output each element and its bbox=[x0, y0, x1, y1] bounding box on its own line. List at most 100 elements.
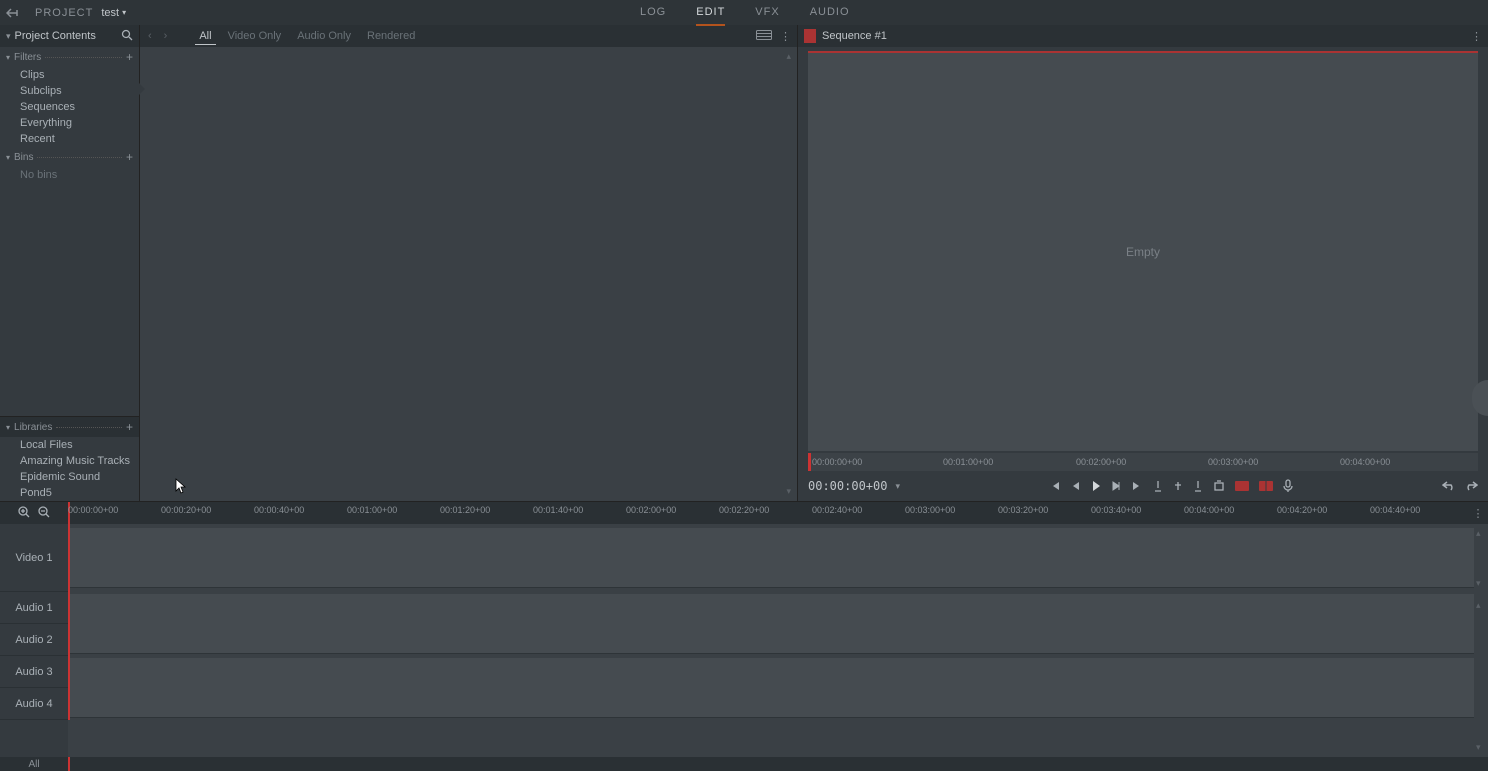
top-bar: PROJECT test ▾ LOG EDIT VFX AUDIO bbox=[0, 0, 1488, 25]
microphone-icon[interactable] bbox=[1283, 479, 1293, 493]
search-icon[interactable] bbox=[121, 29, 133, 44]
track-label-audio3[interactable]: Audio 3 bbox=[0, 656, 68, 688]
scroll-down-icon[interactable]: ▾ bbox=[1476, 578, 1481, 589]
library-pond5[interactable]: Pond5 bbox=[0, 485, 139, 501]
scroll-up-icon[interactable]: ▴ bbox=[786, 51, 791, 62]
timeline-body[interactable]: ▴ ▾ ▴ ▾ bbox=[68, 524, 1488, 757]
track-labels: Video 1 Audio 1 Audio 2 Audio 3 Audio 4 bbox=[0, 524, 68, 757]
viewer-ruler[interactable]: 00:00:00+0000:01:00+0000:02:00+0000:03:0… bbox=[808, 453, 1478, 471]
viewer-playhead[interactable] bbox=[808, 453, 811, 471]
timeline-menu-icon[interactable]: ⋮ bbox=[1468, 507, 1488, 520]
timeline-minimap[interactable]: All bbox=[0, 757, 1488, 771]
bins-section[interactable]: ▾ Bins + bbox=[0, 147, 139, 167]
chevron-down-icon: ▾ bbox=[122, 8, 126, 17]
viewer-canvas[interactable]: Empty bbox=[808, 51, 1478, 451]
filter-subclips[interactable]: Subclips bbox=[0, 83, 139, 99]
libraries-section[interactable]: ▾ Libraries + bbox=[0, 417, 139, 437]
timeline-tracks: Video 1 Audio 1 Audio 2 Audio 3 Audio 4 … bbox=[0, 524, 1488, 757]
track-label-video1[interactable]: Video 1 bbox=[0, 524, 68, 592]
filter-all[interactable]: All bbox=[195, 28, 215, 45]
undo-icon[interactable] bbox=[1442, 480, 1456, 492]
ruler-tick: 00:00:40+00 bbox=[254, 505, 304, 515]
browser-toolbar: ‹ › All Video Only Audio Only Rendered ⋮ bbox=[140, 25, 797, 47]
list-view-icon[interactable] bbox=[756, 30, 772, 43]
ruler-tick: 00:04:20+00 bbox=[1277, 505, 1327, 515]
tab-log[interactable]: LOG bbox=[640, 0, 666, 26]
add-marker-icon[interactable] bbox=[1173, 480, 1183, 492]
project-sidebar: ▾ Project Contents ▾ Filters + Clips Sub… bbox=[0, 25, 140, 501]
nav-back-icon[interactable]: ‹ bbox=[146, 30, 154, 42]
tab-vfx[interactable]: VFX bbox=[755, 0, 779, 26]
ruler-tick: 00:02:40+00 bbox=[812, 505, 862, 515]
browser-menu-icon[interactable]: ⋮ bbox=[780, 30, 791, 43]
filter-everything[interactable]: Everything bbox=[0, 115, 139, 131]
no-bins-label: No bins bbox=[0, 167, 139, 183]
redo-icon[interactable] bbox=[1464, 480, 1478, 492]
library-amt[interactable]: Amazing Music Tracks bbox=[0, 453, 139, 469]
library-epidemic[interactable]: Epidemic Sound bbox=[0, 469, 139, 485]
libraries-label: Libraries bbox=[14, 422, 52, 433]
step-forward-icon[interactable] bbox=[1111, 480, 1121, 492]
filter-recent[interactable]: Recent bbox=[0, 131, 139, 147]
scroll-down-icon[interactable]: ▾ bbox=[1476, 742, 1481, 753]
track-audio12[interactable] bbox=[68, 594, 1474, 654]
filter-video-only[interactable]: Video Only bbox=[224, 28, 286, 44]
project-contents-header[interactable]: ▾ Project Contents bbox=[0, 25, 139, 47]
bins-label: Bins bbox=[14, 152, 33, 163]
timeline-playhead-line[interactable] bbox=[68, 524, 70, 720]
project-name: test bbox=[101, 7, 119, 19]
library-local[interactable]: Local Files bbox=[0, 437, 139, 453]
sequence-flag-icon bbox=[804, 29, 816, 43]
tab-edit[interactable]: EDIT bbox=[696, 0, 725, 26]
scroll-down-icon[interactable]: ▾ bbox=[786, 486, 791, 497]
zoom-out-icon[interactable] bbox=[37, 505, 51, 522]
skip-start-icon[interactable] bbox=[1049, 480, 1061, 492]
mark-in-icon[interactable] bbox=[1153, 480, 1163, 492]
scroll-up-icon[interactable]: ▴ bbox=[1476, 600, 1481, 611]
add-library-button[interactable]: + bbox=[126, 420, 133, 434]
mark-out-icon[interactable] bbox=[1193, 480, 1203, 492]
timecode-menu-icon[interactable]: ▾ bbox=[895, 481, 900, 492]
filter-rendered[interactable]: Rendered bbox=[363, 28, 419, 44]
track-label-audio4[interactable]: Audio 4 bbox=[0, 688, 68, 720]
tab-audio[interactable]: AUDIO bbox=[810, 0, 850, 26]
timecode-display[interactable]: 00:00:00+00 bbox=[808, 479, 887, 493]
viewer-menu-icon[interactable]: ⋮ bbox=[1471, 30, 1482, 43]
ruler-tick: 00:01:40+00 bbox=[533, 505, 583, 515]
step-back-icon[interactable] bbox=[1071, 480, 1081, 492]
track-label-audio2[interactable]: Audio 2 bbox=[0, 624, 68, 656]
browser-body[interactable]: ▴ ▾ bbox=[140, 47, 797, 501]
back-button[interactable] bbox=[0, 8, 25, 18]
project-label: PROJECT bbox=[35, 7, 93, 19]
play-icon[interactable] bbox=[1091, 480, 1101, 492]
track-audio34[interactable] bbox=[68, 658, 1474, 718]
filters-section[interactable]: ▾ Filters + bbox=[0, 47, 139, 67]
sequence-viewer: Sequence #1 ⋮ Empty 00:00:00+0000:01:00+… bbox=[798, 25, 1488, 501]
ruler-tick: 00:01:20+00 bbox=[440, 505, 490, 515]
track-label-audio1[interactable]: Audio 1 bbox=[0, 592, 68, 624]
timeline-zoom bbox=[0, 505, 68, 522]
timeline-ruler[interactable]: 00:00:00+0000:00:20+0000:00:40+0000:01:0… bbox=[68, 502, 1468, 524]
chevron-down-icon: ▾ bbox=[6, 31, 11, 42]
project-selector[interactable]: test ▾ bbox=[101, 7, 126, 19]
track-video1[interactable] bbox=[68, 528, 1474, 588]
minimap-playhead[interactable] bbox=[68, 757, 70, 771]
viewer-controls: 00:00:00+00 ▾ bbox=[798, 471, 1488, 501]
filter-sequences[interactable]: Sequences bbox=[0, 99, 139, 115]
ruler-tick: 00:00:00+00 bbox=[812, 457, 862, 467]
timeline-scrollbar[interactable]: ▴ ▾ ▴ ▾ bbox=[1474, 524, 1488, 757]
clear-marks-icon[interactable] bbox=[1213, 480, 1225, 492]
clip-browser: ‹ › All Video Only Audio Only Rendered ⋮… bbox=[140, 25, 798, 501]
scroll-up-icon[interactable]: ▴ bbox=[1476, 528, 1481, 539]
nav-forward-icon[interactable]: › bbox=[162, 30, 170, 42]
mark-gap-icon[interactable] bbox=[1259, 481, 1273, 491]
filter-audio-only[interactable]: Audio Only bbox=[293, 28, 355, 44]
filter-clips[interactable]: Clips bbox=[0, 67, 139, 83]
add-bin-button[interactable]: + bbox=[126, 150, 133, 164]
ruler-tick: 00:01:00+00 bbox=[943, 457, 993, 467]
ruler-tick: 00:04:00+00 bbox=[1184, 505, 1234, 515]
zoom-in-icon[interactable] bbox=[17, 505, 31, 522]
mark-clip-icon[interactable] bbox=[1235, 481, 1249, 491]
skip-end-icon[interactable] bbox=[1131, 480, 1143, 492]
add-filter-button[interactable]: + bbox=[126, 50, 133, 64]
